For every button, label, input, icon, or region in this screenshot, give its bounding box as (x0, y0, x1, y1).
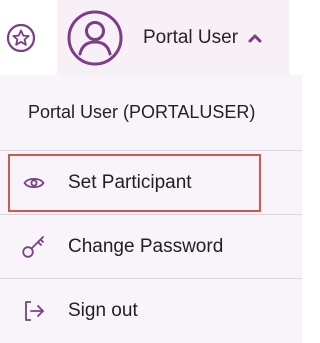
eye-icon (0, 175, 68, 191)
menu-item-label: Set Participant (68, 171, 192, 193)
key-icon (0, 234, 68, 260)
menu-item-set-participant[interactable]: Set Participant (0, 151, 302, 214)
sign-out-icon (0, 299, 68, 323)
menu-item-label: Change Password (68, 235, 224, 257)
user-name: Portal User (143, 26, 239, 48)
account-label: Portal User (PORTALUSER) (28, 102, 256, 122)
favorites-button[interactable] (0, 0, 42, 75)
star-icon (6, 23, 36, 52)
menu-item-label: Sign out (68, 299, 138, 321)
menu-item-sign-out[interactable]: Sign out (0, 279, 302, 342)
menu-item-change-password[interactable]: Change Password (0, 215, 302, 278)
user-dropdown-menu: Portal User (PORTALUSER) Set Participant… (0, 75, 302, 343)
user-menu-button[interactable]: Portal User (57, 0, 289, 75)
top-bar: Portal User (0, 0, 302, 75)
chevron-up-icon (248, 33, 262, 43)
user-avatar-icon (67, 10, 123, 66)
